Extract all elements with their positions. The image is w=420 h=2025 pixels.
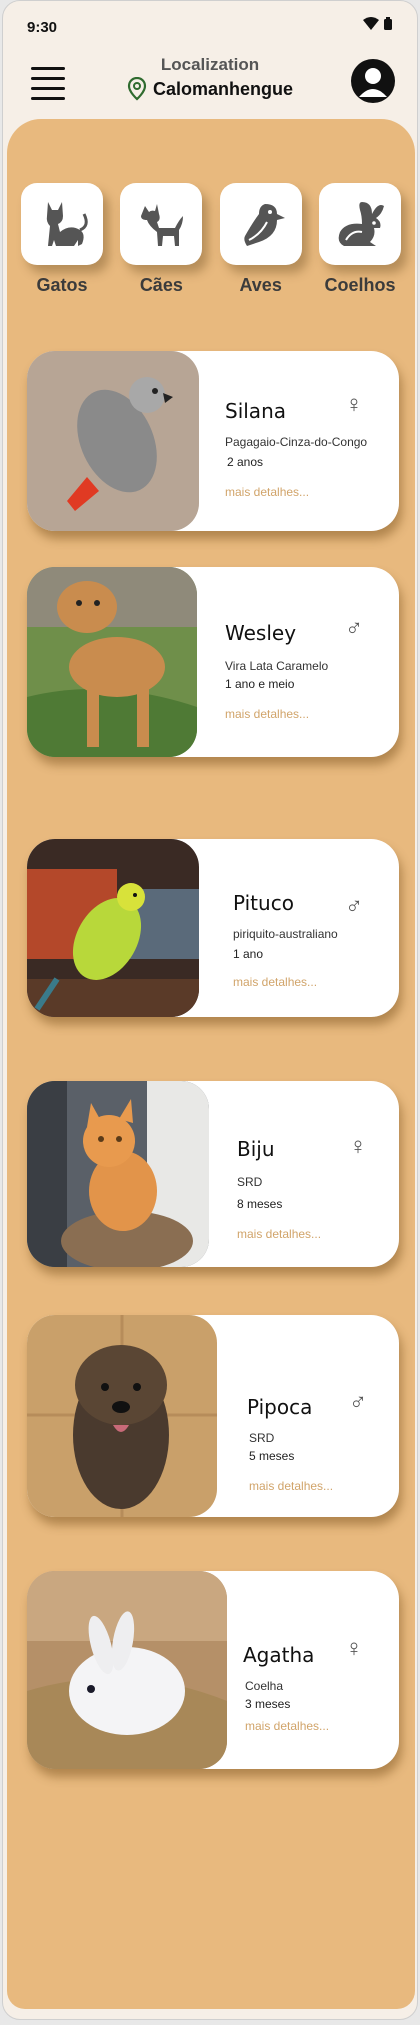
profile-avatar-button[interactable]	[351, 59, 395, 103]
pet-card-agatha[interactable]: Agatha ♀ Coelha 3 meses mais detalhes...	[27, 1571, 399, 1769]
pet-card-wesley[interactable]: Wesley ♂ Vira Lata Caramelo 1 ano e meio…	[27, 567, 399, 757]
pet-name: Agatha	[243, 1643, 315, 1667]
status-icons	[363, 17, 393, 31]
male-icon: ♂	[349, 1389, 367, 1416]
pet-photo	[27, 1315, 217, 1517]
category-label: Gatos	[36, 275, 88, 295]
male-icon: ♂	[345, 893, 363, 920]
pet-breed: SRD	[237, 1175, 263, 1189]
more-details-link[interactable]: mais detalhes...	[237, 1227, 321, 1241]
category-rabbits[interactable]: Coelhos	[317, 183, 403, 296]
category-dogs[interactable]: Cães	[118, 183, 204, 296]
female-icon: ♀	[345, 1635, 363, 1662]
user-icon	[359, 68, 387, 97]
status-time: 9:30	[27, 19, 58, 36]
bird-icon	[243, 204, 285, 246]
app-header: Localization Calomanhengue	[3, 47, 417, 117]
cat-icon	[46, 202, 88, 246]
phone-screen: 9:30 Localization Calomanhengue Gatos Cã…	[2, 0, 418, 2020]
more-details-link[interactable]: mais detalhes...	[233, 975, 317, 989]
pet-breed: Coelha	[245, 1679, 284, 1693]
location-pin-icon	[127, 77, 147, 101]
wifi-icon	[363, 17, 379, 30]
pet-card-pipoca[interactable]: Pipoca ♂ SRD 5 meses mais detalhes...	[27, 1315, 399, 1517]
dog-icon	[141, 204, 184, 246]
pet-photo	[27, 1081, 209, 1267]
male-icon: ♂	[345, 615, 363, 642]
female-icon: ♀	[345, 391, 363, 418]
pet-age: 3 meses	[245, 1697, 291, 1711]
female-icon: ♀	[349, 1133, 367, 1160]
category-list: Gatos Cães Aves Coelhos	[19, 183, 403, 296]
category-label: Aves	[239, 275, 282, 295]
more-details-link[interactable]: mais detalhes...	[249, 1479, 333, 1493]
pet-breed: Vira Lata Caramelo	[225, 659, 329, 673]
status-bar: 9:30	[3, 1, 417, 47]
category-birds[interactable]: Aves	[218, 183, 304, 296]
pet-age: 1 ano	[233, 947, 264, 961]
battery-icon	[384, 17, 392, 30]
location-city: Calomanhengue	[152, 78, 294, 99]
pet-name: Pituco	[233, 891, 294, 915]
pet-name: Silana	[225, 399, 286, 423]
content-panel: Gatos Cães Aves Coelhos Silana ♀ Pagagai…	[7, 119, 415, 2009]
more-details-link[interactable]: mais detalhes...	[245, 1719, 329, 1733]
pet-card-pituco[interactable]: Pituco ♂ piriquito-australiano 1 ano mai…	[27, 839, 399, 1017]
pet-breed: piriquito-australiano	[233, 927, 338, 941]
pet-breed: Pagagaio-Cinza-do-Congo	[225, 435, 368, 449]
more-details-link[interactable]: mais detalhes...	[225, 485, 309, 499]
pet-name: Wesley	[225, 621, 297, 645]
pet-card-silana[interactable]: Silana ♀ Pagagaio-Cinza-do-Congo 2 anos …	[27, 351, 399, 531]
pet-photo	[27, 351, 199, 531]
more-details-link[interactable]: mais detalhes...	[225, 707, 309, 721]
pet-card-biju[interactable]: Biju ♀ SRD 8 meses mais detalhes...	[27, 1081, 399, 1267]
pet-age: 5 meses	[249, 1449, 295, 1463]
rabbit-icon	[338, 202, 384, 246]
category-label: Coelhos	[324, 275, 396, 295]
category-cats[interactable]: Gatos	[19, 183, 105, 296]
category-label: Cães	[139, 275, 183, 295]
pet-photo	[27, 1571, 227, 1769]
pet-age: 8 meses	[237, 1197, 283, 1211]
pet-name: Biju	[237, 1137, 275, 1161]
pet-photo	[27, 839, 199, 1017]
pet-age: 1 ano e meio	[225, 677, 295, 691]
pet-name: Pipoca	[247, 1395, 313, 1419]
pet-photo	[27, 567, 197, 757]
pet-breed: SRD	[249, 1431, 275, 1445]
pet-age: 2 anos	[227, 455, 264, 469]
